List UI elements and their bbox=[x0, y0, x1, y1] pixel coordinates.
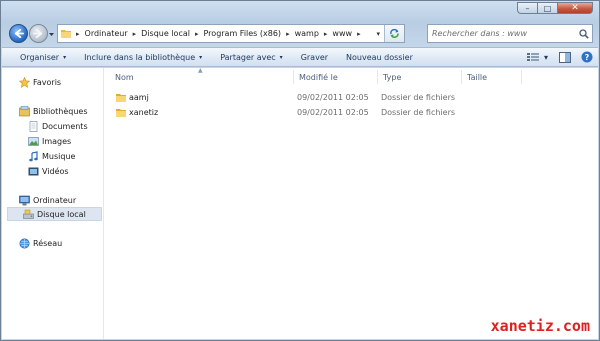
maximize-button[interactable]: □ bbox=[537, 2, 557, 14]
sidebar-item-videos[interactable]: Vidéos bbox=[28, 164, 69, 178]
recent-pages-dropdown-icon[interactable] bbox=[48, 30, 55, 38]
view-list-icon bbox=[526, 53, 539, 61]
file-type: Dossier de fichiers bbox=[381, 92, 456, 102]
breadcrumb-program-files[interactable]: Program Files (x86) bbox=[204, 29, 282, 38]
breadcrumb-www[interactable]: www bbox=[332, 29, 352, 38]
document-icon bbox=[28, 120, 39, 132]
include-in-library-button[interactable]: Inclure dans la bibliothèque ▾ bbox=[75, 53, 211, 62]
folder-icon bbox=[61, 30, 71, 38]
file-name: aamj bbox=[129, 92, 149, 102]
organize-label: Organiser bbox=[20, 52, 60, 62]
file-modified-date: 09/02/2011 02:05 bbox=[297, 107, 369, 117]
breadcrumb-separator: ▸ bbox=[76, 29, 80, 38]
folder-icon bbox=[116, 93, 126, 102]
address-bar[interactable]: ▸ Ordinateur ▸ Disque local ▸ Program Fi… bbox=[57, 24, 405, 43]
address-history-dropdown[interactable]: ▾ bbox=[376, 30, 380, 38]
hard-drive-icon bbox=[23, 209, 34, 220]
close-button[interactable]: ✕ bbox=[557, 2, 593, 14]
breadcrumb-separator[interactable]: ▸ bbox=[357, 30, 361, 38]
share-label: Partager avec bbox=[220, 52, 276, 62]
column-header-modified[interactable]: Modifié le bbox=[293, 70, 377, 84]
picture-icon bbox=[28, 136, 39, 147]
sidebar-item-music[interactable]: Musique bbox=[28, 149, 75, 163]
breadcrumb-wamp[interactable]: wamp bbox=[295, 29, 319, 38]
help-icon: ? bbox=[581, 51, 593, 63]
folder-icon bbox=[116, 108, 126, 117]
refresh-button[interactable] bbox=[384, 25, 404, 42]
column-header-size[interactable]: Taille bbox=[461, 70, 521, 84]
music-note-icon bbox=[28, 150, 39, 162]
sidebar-item-network[interactable]: Réseau bbox=[19, 236, 62, 250]
star-icon bbox=[19, 76, 30, 88]
chevron-down-icon: ▾ bbox=[63, 53, 67, 61]
sidebar-item-label: Musique bbox=[42, 151, 76, 161]
sidebar-item-label: Vidéos bbox=[42, 166, 69, 176]
file-type: Dossier de fichiers bbox=[381, 107, 456, 117]
network-icon bbox=[19, 238, 30, 249]
back-button[interactable] bbox=[9, 24, 28, 43]
burn-button[interactable]: Graver bbox=[292, 53, 337, 62]
library-icon bbox=[19, 105, 30, 117]
navigation-row: ▸ Ordinateur ▸ Disque local ▸ Program Fi… bbox=[1, 23, 599, 45]
sidebar-item-computer[interactable]: Ordinateur bbox=[19, 193, 76, 207]
help-button[interactable]: ? bbox=[579, 50, 595, 64]
view-controls: ▾ ? bbox=[522, 48, 598, 66]
sidebar-item-documents[interactable]: Documents bbox=[28, 119, 88, 133]
file-list: ▲ Nom Modifié le Type Taille aamj 09/02/… bbox=[106, 67, 598, 339]
chevron-down-icon[interactable]: ▾ bbox=[544, 53, 554, 62]
column-divider bbox=[521, 70, 522, 84]
breadcrumb-separator[interactable]: ▸ bbox=[286, 30, 290, 38]
refresh-icon bbox=[390, 28, 399, 38]
breadcrumb-separator[interactable]: ▸ bbox=[195, 30, 199, 38]
column-header-name[interactable]: Nom bbox=[110, 70, 296, 84]
navigation-pane: Favoris Bibliothèques Documents Images M… bbox=[2, 68, 104, 339]
include-label: Inclure dans la bibliothèque bbox=[84, 52, 196, 62]
breadcrumb-ordinateur[interactable]: Ordinateur bbox=[85, 29, 128, 38]
preview-pane-icon bbox=[559, 51, 571, 63]
minimize-button[interactable]: – bbox=[517, 2, 537, 14]
explorer-window: – □ ✕ ▸ Ordinateur ▸ Disque local ▸ Prog… bbox=[0, 0, 600, 341]
change-view-button[interactable] bbox=[525, 50, 541, 64]
chevron-down-icon: ▾ bbox=[199, 53, 203, 61]
share-with-button[interactable]: Partager avec ▾ bbox=[211, 53, 292, 62]
table-row[interactable]: xanetiz 09/02/2011 02:05 Dossier de fich… bbox=[112, 105, 572, 119]
file-modified-date: 09/02/2011 02:05 bbox=[297, 92, 369, 102]
forward-button[interactable] bbox=[29, 24, 48, 43]
search-icon[interactable] bbox=[579, 29, 589, 39]
sidebar-item-label: Disque local bbox=[37, 209, 86, 219]
sidebar-item-label: Favoris bbox=[33, 77, 62, 87]
watermark-text: xanetiz.com bbox=[490, 317, 590, 335]
sidebar-item-favorites[interactable]: Favoris bbox=[19, 75, 61, 89]
content-area: Favoris Bibliothèques Documents Images M… bbox=[2, 67, 598, 339]
sidebar-item-label: Ordinateur bbox=[33, 195, 77, 205]
sidebar-item-label: Images bbox=[42, 136, 72, 146]
sidebar-item-label: Bibliothèques bbox=[33, 106, 88, 116]
computer-icon bbox=[19, 195, 30, 206]
column-header-type[interactable]: Type bbox=[377, 70, 461, 84]
new-folder-button[interactable]: Nouveau dossier bbox=[337, 53, 422, 62]
breadcrumb-separator[interactable]: ▸ bbox=[324, 30, 328, 38]
sidebar-item-label: Réseau bbox=[33, 238, 63, 248]
new-folder-label: Nouveau dossier bbox=[346, 52, 413, 62]
chevron-down-icon: ▾ bbox=[279, 53, 283, 61]
arrow-left-icon bbox=[14, 28, 24, 39]
search-input[interactable]: Rechercher dans : www bbox=[427, 24, 593, 43]
breadcrumb-disque-local[interactable]: Disque local bbox=[141, 29, 190, 38]
video-icon bbox=[28, 166, 39, 177]
window-controls: – □ ✕ bbox=[517, 2, 593, 14]
command-bar: Organiser ▾ Inclure dans la bibliothèque… bbox=[2, 47, 598, 67]
svg-text:?: ? bbox=[585, 53, 590, 62]
arrow-right-icon bbox=[33, 28, 43, 39]
file-name: xanetiz bbox=[129, 107, 159, 117]
organize-button[interactable]: Organiser ▾ bbox=[2, 53, 75, 62]
breadcrumb-separator[interactable]: ▸ bbox=[133, 30, 137, 38]
preview-pane-button[interactable] bbox=[557, 50, 573, 64]
burn-label: Graver bbox=[300, 52, 329, 62]
sidebar-item-label: Documents bbox=[42, 121, 88, 131]
sidebar-item-images[interactable]: Images bbox=[28, 134, 71, 148]
sidebar-item-libraries[interactable]: Bibliothèques bbox=[19, 104, 88, 118]
sidebar-item-local-disk[interactable]: Disque local bbox=[7, 207, 102, 221]
table-row[interactable]: aamj 09/02/2011 02:05 Dossier de fichier… bbox=[112, 90, 572, 104]
